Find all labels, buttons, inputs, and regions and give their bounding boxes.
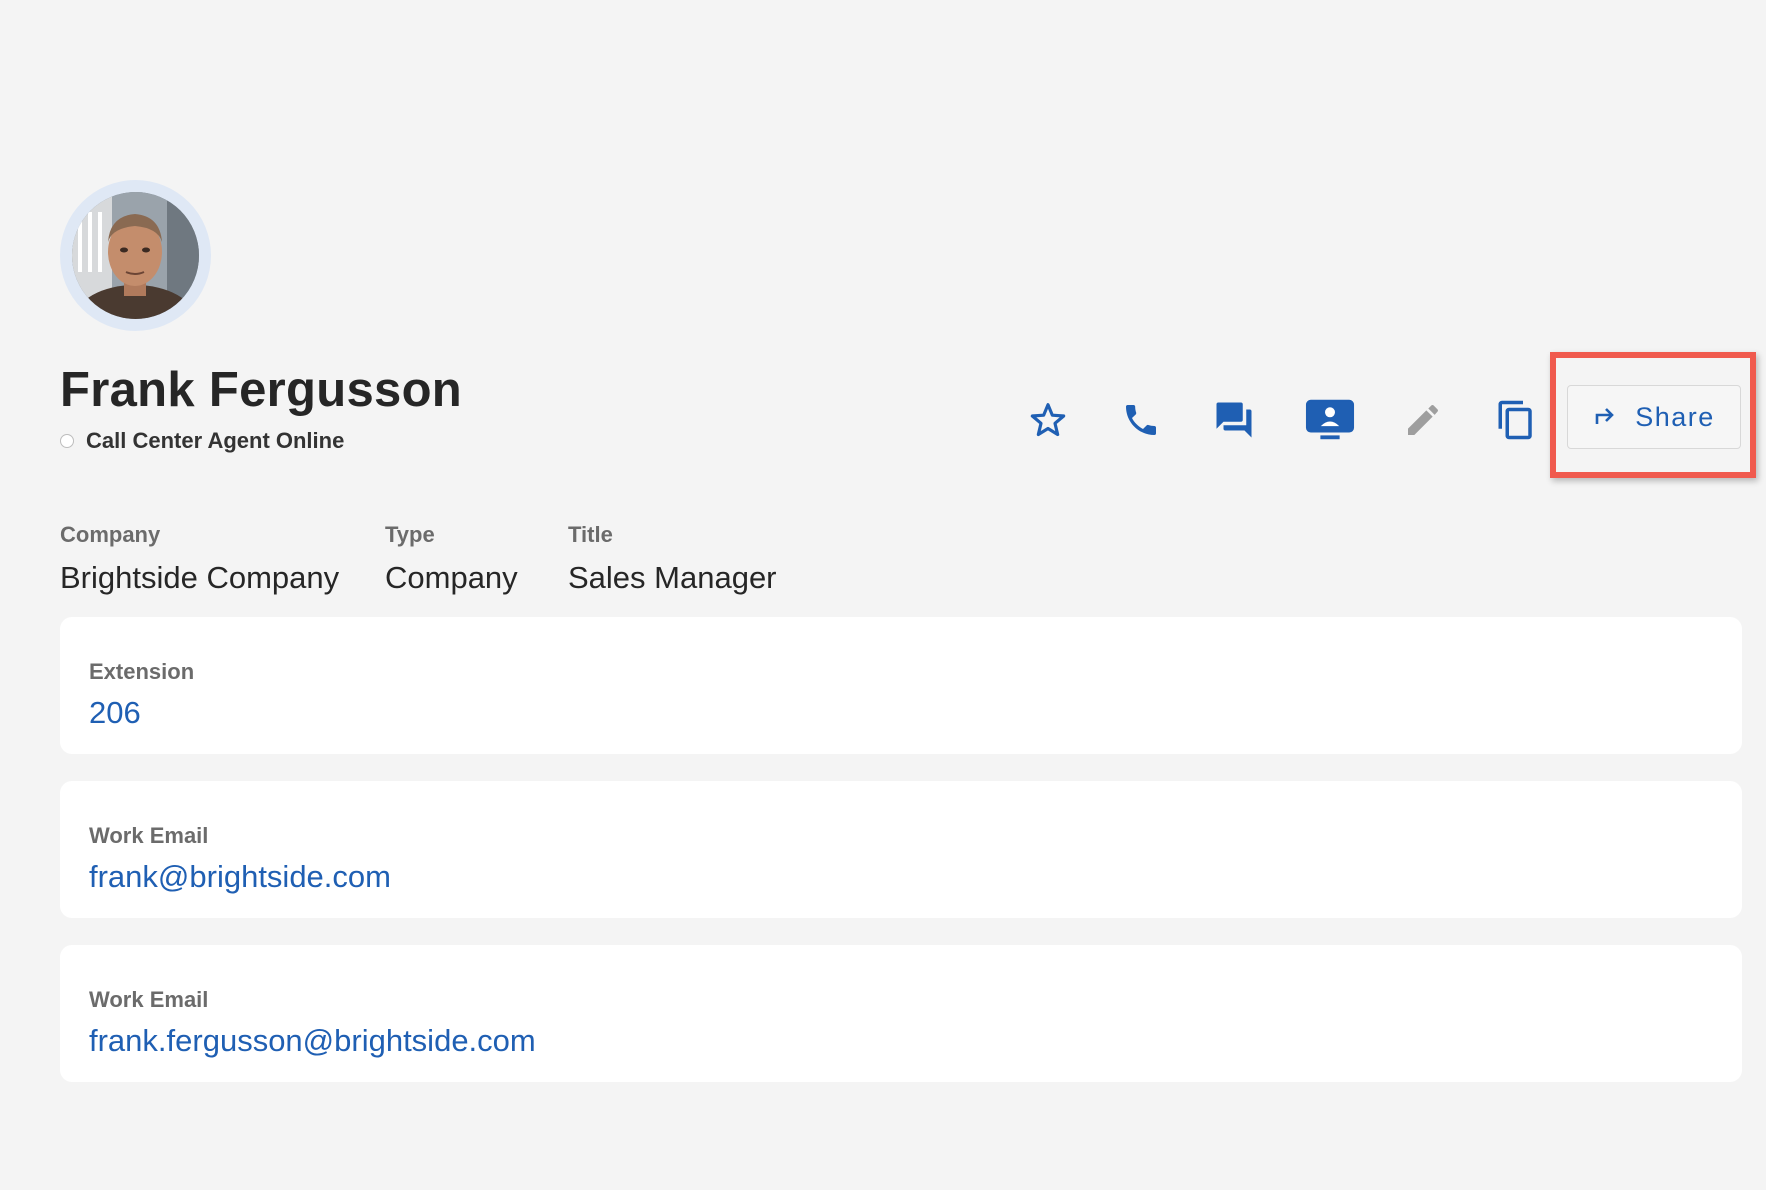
call-button[interactable] [1113, 392, 1169, 448]
copy-icon [1495, 399, 1537, 441]
work-email-link[interactable]: frank@brightside.com [89, 859, 391, 895]
type-field: Type Company [385, 522, 518, 596]
extension-card: Extension 206 [60, 617, 1742, 754]
title-label: Title [568, 522, 613, 547]
copy-button[interactable] [1488, 392, 1544, 448]
share-button[interactable]: Share [1567, 385, 1741, 449]
favorite-button[interactable] [1020, 392, 1076, 448]
edit-button[interactable] [1395, 392, 1451, 448]
extension-label: Extension [89, 659, 195, 684]
work-email-label: Work Email [89, 823, 209, 848]
title-field: Title Sales Manager [568, 522, 777, 596]
chat-icon [1213, 399, 1255, 441]
company-field: Company Brightside Company [60, 522, 339, 596]
work-email-label-2: Work Email [89, 987, 209, 1012]
chat-button[interactable] [1206, 392, 1262, 448]
work-email-card-2: Work Email frank.fergusson@brightside.co… [60, 945, 1742, 1082]
contact-name: Frank Fergusson [60, 363, 463, 417]
presence-status-label: Call Center Agent Online [86, 428, 345, 453]
extension-value[interactable]: 206 [89, 695, 141, 731]
work-email-card: Work Email frank@brightside.com [60, 781, 1742, 918]
work-email-link-2[interactable]: frank.fergusson@brightside.com [89, 1023, 536, 1059]
pencil-icon [1403, 400, 1443, 440]
type-label: Type [385, 522, 435, 547]
avatar [60, 180, 211, 331]
type-value: Company [385, 560, 518, 595]
meeting-button[interactable] [1302, 392, 1358, 448]
phone-icon [1121, 400, 1161, 440]
presence-dot-icon [60, 434, 74, 448]
company-label: Company [60, 522, 161, 547]
star-icon [1028, 400, 1068, 440]
screen-share-icon [1305, 398, 1355, 442]
share-arrow-icon [1593, 402, 1617, 433]
presence-status: Call Center Agent Online [60, 428, 344, 454]
company-value: Brightside Company [60, 560, 340, 595]
title-value: Sales Manager [568, 560, 777, 595]
avatar-photo [72, 192, 199, 319]
share-label: Share [1635, 401, 1715, 432]
